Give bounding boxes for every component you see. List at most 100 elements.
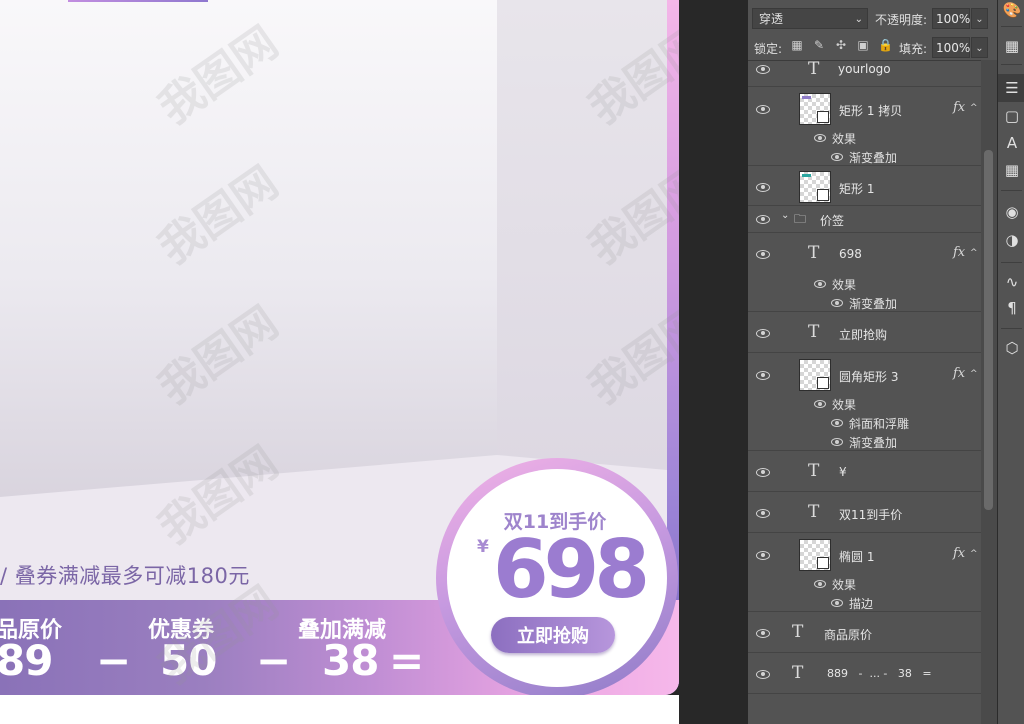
lock-all-padlock-icon[interactable]: 🔒 xyxy=(878,38,893,52)
collapse-caret-icon[interactable]: ^ xyxy=(970,369,978,379)
dock-separator xyxy=(1001,26,1022,27)
text-layer-icon: T xyxy=(808,461,820,481)
equals-sign: = xyxy=(389,636,425,685)
background-wall-right xyxy=(497,0,667,470)
visibility-eye-icon[interactable] xyxy=(756,508,770,518)
visibility-eye-icon[interactable] xyxy=(756,104,770,114)
layer-name: 商品原价 xyxy=(824,628,873,642)
gradient-icon[interactable]: ▢ xyxy=(1002,106,1022,126)
channels-icon[interactable]: ◉ xyxy=(1002,202,1022,222)
visibility-eye-icon[interactable] xyxy=(756,370,770,380)
visibility-eye-icon[interactable] xyxy=(756,64,770,74)
layer-group-price-tag[interactable]: ⌄ 🗀 价签 xyxy=(748,206,981,233)
text-layer-icon: T xyxy=(808,322,820,342)
lock-position-move-icon[interactable]: ✣ xyxy=(834,38,848,52)
layers-scrollbar[interactable] xyxy=(981,60,997,724)
lock-image-pixels-brush-icon[interactable]: ✎ xyxy=(812,38,826,52)
chevron-down-icon[interactable]: ⌄ xyxy=(781,210,789,221)
collapse-caret-icon[interactable]: ^ xyxy=(970,549,978,559)
visibility-eye-icon[interactable] xyxy=(756,328,770,338)
layer-row-price-formula[interactable]: T 889 - ... - 38 = xyxy=(748,653,981,694)
effects-eye-icon[interactable] xyxy=(814,280,826,288)
scrollbar-thumb[interactable] xyxy=(984,150,993,510)
visibility-eye-icon[interactable] xyxy=(756,249,770,259)
currency-symbol: ¥ xyxy=(477,537,489,557)
table-icon[interactable]: ▦ xyxy=(1002,160,1022,180)
opacity-field[interactable]: 100% xyxy=(932,8,970,29)
visibility-eye-icon[interactable] xyxy=(756,182,770,192)
paragraph-icon[interactable]: ¶ xyxy=(1002,298,1022,318)
badge-price: 698 xyxy=(493,523,650,616)
layer-row-rect1[interactable]: 矩形 1 xyxy=(748,166,981,206)
effect-eye-icon[interactable] xyxy=(831,299,843,307)
visibility-eye-icon[interactable] xyxy=(756,628,770,638)
dock-separator xyxy=(1001,328,1022,329)
effect-eye-icon[interactable] xyxy=(831,438,843,446)
fx-icon[interactable]: fx xyxy=(953,366,965,381)
fill-field[interactable]: 100% xyxy=(932,37,970,58)
effect-name: 描边 xyxy=(849,597,874,611)
effect-eye-icon[interactable] xyxy=(831,153,843,161)
layer-row-rect1-copy[interactable]: 矩形 1 拷贝 fx ^ 效果 渐变叠加 xyxy=(748,87,981,166)
layer-name: 矩形 1 xyxy=(839,182,875,196)
lock-transparent-pixels-icon[interactable]: ▦ xyxy=(790,38,804,52)
minus-sign: − xyxy=(96,636,132,685)
blend-mode-value: 穿透 xyxy=(759,12,784,26)
top-accent-bar xyxy=(68,0,208,2)
lock-label: 锁定: xyxy=(754,42,783,56)
right-panel-dock: 🎨 ▦ ☰ ▢ A ▦ ◉ ◑ ∿ ¶ ⬡ xyxy=(997,0,1024,724)
effects-eye-icon[interactable] xyxy=(814,400,826,408)
effect-eye-icon[interactable] xyxy=(831,419,843,427)
layer-name: 圆角矩形 3 xyxy=(839,370,899,384)
layer-name: 矩形 1 拷贝 xyxy=(839,104,903,118)
layer-name: 698 xyxy=(839,247,862,261)
layer-row-ellipse1[interactable]: 椭圆 1 fx ^ 效果 描边 xyxy=(748,533,981,612)
layer-row-double11-price[interactable]: T 双11到手价 xyxy=(748,492,981,533)
visibility-eye-icon[interactable] xyxy=(756,214,770,224)
layer-name: 立即抢购 xyxy=(839,328,888,342)
lock-artboard-icon[interactable]: ▣ xyxy=(856,38,870,52)
adjustments-icon[interactable]: ◑ xyxy=(1002,230,1022,250)
visibility-eye-icon[interactable] xyxy=(756,550,770,560)
fill-dropdown-chevron-icon[interactable]: ⌄ xyxy=(971,37,988,58)
effects-eye-icon[interactable] xyxy=(814,580,826,588)
layer-row-buy-now[interactable]: T 立即抢购 xyxy=(748,312,981,353)
layer-thumbnail xyxy=(799,93,831,125)
layer-row-original-price[interactable]: T 商品原价 xyxy=(748,612,981,653)
collapse-caret-icon[interactable]: ^ xyxy=(970,248,978,258)
3d-cube-icon[interactable]: ⬡ xyxy=(1002,338,1022,358)
effects-eye-icon[interactable] xyxy=(814,134,826,142)
fx-icon[interactable]: fx xyxy=(953,100,965,115)
layer-name: 椭圆 1 xyxy=(839,550,875,564)
layer-row-rounded-rect3[interactable]: 圆角矩形 3 fx ^ 效果 斜面和浮雕 渐变叠加 xyxy=(748,353,981,451)
character-type-icon[interactable]: A xyxy=(1002,133,1022,153)
layer-name: 889 - ... - 38 = xyxy=(827,667,932,680)
effects-label: 效果 xyxy=(832,578,857,592)
color-palette-icon[interactable]: 🎨 xyxy=(1002,0,1022,20)
effects-label: 效果 xyxy=(832,398,857,412)
fx-icon[interactable]: fx xyxy=(953,546,965,561)
dock-separator xyxy=(1001,190,1022,191)
blend-mode-select[interactable]: 穿透 ⌄ xyxy=(752,8,868,29)
layer-thumbnail xyxy=(799,359,831,391)
layer-row-yen[interactable]: T ¥ xyxy=(748,451,981,492)
fill-label: 填充: xyxy=(899,42,928,56)
opacity-label: 不透明度: xyxy=(875,13,928,27)
fx-icon[interactable]: fx xyxy=(953,245,965,260)
effect-eye-icon[interactable] xyxy=(831,599,843,607)
band-number-original-price: 89 xyxy=(0,636,53,685)
visibility-eye-icon[interactable] xyxy=(756,669,770,679)
layers-icon[interactable]: ☰ xyxy=(1002,78,1022,98)
layer-row-yourlogo[interactable]: T yourlogo xyxy=(748,60,981,87)
layers-panel: 穿透 ⌄ 不透明度: 100% ⌄ 锁定: ▦ ✎ ✣ ▣ 🔒 填充: 100%… xyxy=(748,0,997,724)
layer-name: yourlogo xyxy=(838,62,891,76)
buy-now-button[interactable]: 立即抢购 xyxy=(491,617,615,653)
opacity-dropdown-chevron-icon[interactable]: ⌄ xyxy=(971,8,988,29)
grid-layout-icon[interactable]: ▦ xyxy=(1002,36,1022,56)
layer-row-698[interactable]: T 698 fx ^ 效果 渐变叠加 xyxy=(748,233,981,312)
collapse-caret-icon[interactable]: ^ xyxy=(970,103,978,113)
effects-label: 效果 xyxy=(832,278,857,292)
visibility-eye-icon[interactable] xyxy=(756,467,770,477)
paths-icon[interactable]: ∿ xyxy=(1002,272,1022,292)
effect-name: 渐变叠加 xyxy=(849,297,898,311)
